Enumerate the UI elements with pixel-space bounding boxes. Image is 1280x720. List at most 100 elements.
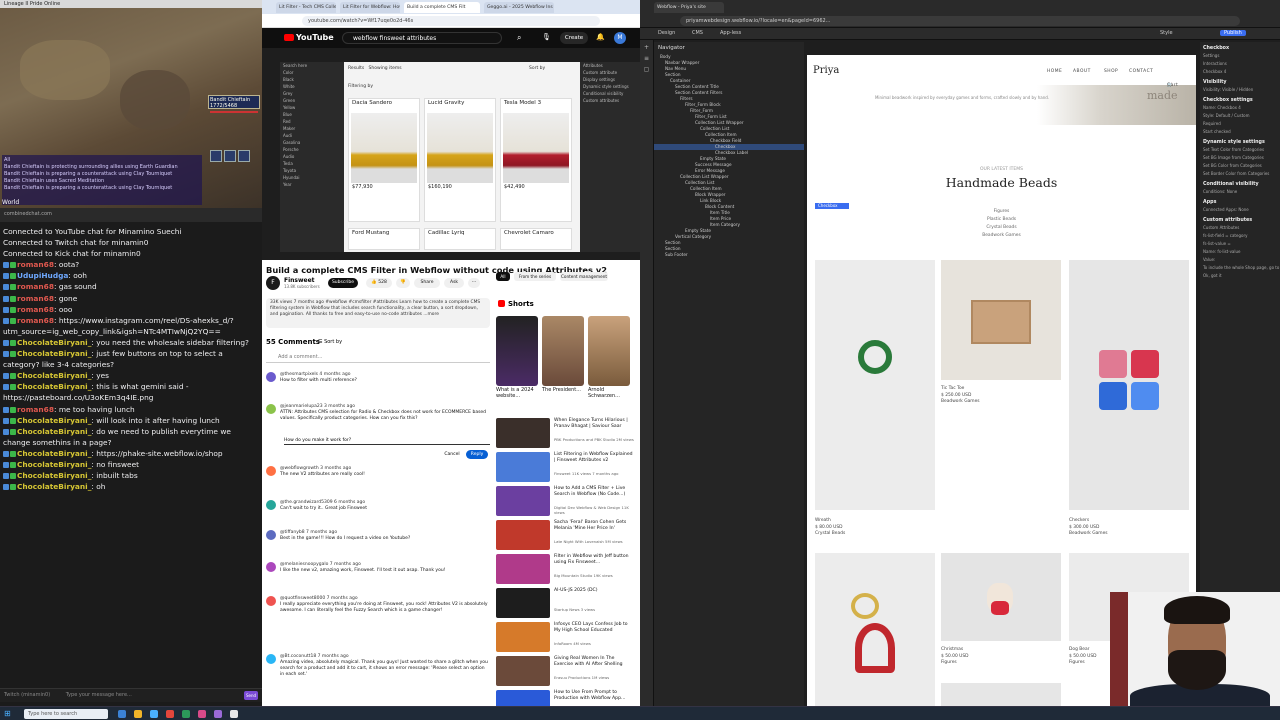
reply-button[interactable]: Reply [466,450,488,459]
menu-shop[interactable]: SHOP [1104,69,1118,74]
search-icon[interactable]: ⌕ [517,33,521,43]
skill-slot[interactable] [224,150,236,162]
settings-row[interactable]: Connected Apps: None [1200,206,1280,214]
product-image[interactable] [941,260,1061,380]
category-checkbox[interactable]: Crystal Beads [807,224,1196,232]
short-title[interactable]: Arnold Schwarzen... [588,387,630,399]
category-checkbox[interactable]: Figures [807,208,1196,216]
navigator-item[interactable]: Sub Footer [654,252,804,258]
settings-row[interactable]: Name: Checkbox 4 [1200,104,1280,112]
browser-tab[interactable]: Lit Filter - Tech CMS Colle [276,2,336,13]
video-thumbnail[interactable] [496,418,550,448]
settings-row[interactable]: Visibility: Visible / Hidden [1200,86,1280,94]
settings-row[interactable]: Start checked [1200,128,1280,136]
chat-username[interactable]: roman68 [17,282,54,291]
recommended-video[interactable]: How to Use From Prompt to Production wit… [496,690,636,706]
reply-input[interactable]: How do you make it work for? [284,438,490,445]
menu-about[interactable]: ABOUT [1073,69,1091,74]
recommended-title[interactable]: Giving Real Women In The Exercise with A… [554,656,634,668]
commenter-avatar[interactable] [266,372,276,382]
commenter-avatar[interactable] [266,466,276,476]
youtube-search-input[interactable]: webflow finsweet attributes [342,32,502,44]
commenter-avatar[interactable] [266,500,276,510]
recommended-video[interactable]: How to Add a CMS Filter + Live Search in… [496,486,636,518]
browser-tab[interactable]: Webflow - Priya's site [654,2,724,13]
more-icon[interactable]: ⋯ [468,278,480,288]
settings-row[interactable]: fs-list-value = [1200,240,1280,248]
chat-input-bar[interactable]: Twitch (minamin0) Type your message here… [0,688,262,702]
url-field[interactable]: youtube.com/watch?v=Wf17uqe0o2d-46s [302,16,600,26]
chat-username[interactable]: ChocolateBiryani_ [17,449,91,458]
chat-username[interactable]: ChocolateBiryani_ [17,416,91,425]
video-thumbnail[interactable] [496,520,550,550]
recommended-video[interactable]: Infosys CEO Lays Confess Job to My High … [496,622,636,654]
video-thumbnail[interactable] [496,486,550,516]
cancel-reply-button[interactable]: Cancel [442,450,462,459]
comment-author[interactable]: @the.grandwizard5309 6 months ago [280,500,365,505]
publish-button[interactable]: Publish [1220,30,1246,36]
video-thumbnail[interactable] [496,690,550,706]
share-button[interactable]: Share [414,278,440,288]
chat-username[interactable]: roman68 [17,260,54,269]
short-thumbnail[interactable] [496,316,538,386]
recommended-title[interactable]: AI-US-JS 2025 (DC) [554,588,634,594]
comment-author[interactable]: @jeanmarielupa23 3 months ago [280,404,355,409]
chat-username[interactable]: ChocolateBiryani_ [17,349,91,358]
recommended-title[interactable]: Infosys CEO Lays Confess Job to My High … [554,622,634,634]
chat-username[interactable]: ChocolateBiryani_ [17,371,91,380]
microphone-icon[interactable]: 🎙 [542,33,551,41]
skill-slot[interactable] [210,150,222,162]
short-title[interactable]: The President... [542,387,584,393]
commenter-avatar[interactable] [266,530,276,540]
chat-username[interactable]: ChocolateBiryani_ [17,471,91,480]
recommended-video[interactable]: AI-US-JS 2025 (DC) Startup News 3 views [496,588,636,620]
comment-author[interactable]: @melaniesnoopygalo 7 months ago [280,562,361,567]
browser-tab[interactable]: Lit Filter for Webflow: How [340,2,400,13]
chat-username[interactable]: ChocolateBiryani_ [17,338,91,347]
recommended-video[interactable]: Filter in Webflow with Jeff button using… [496,554,636,586]
settings-row[interactable]: Style: Default / Custom [1200,112,1280,120]
start-icon[interactable]: ⊞ [4,709,14,719]
category-checkbox[interactable]: Plastic Beads [807,216,1196,224]
chat-username[interactable]: roman68 [17,294,54,303]
menu-home[interactable]: HOME [1047,69,1062,74]
url-field[interactable]: priyamwebdesign.webflow.io/?locale=en&pa… [680,16,1240,26]
chat-username[interactable]: roman68 [17,316,54,325]
commenter-avatar[interactable] [266,404,276,414]
short-title[interactable]: What is a 2024 website... [496,387,538,399]
add-comment-input[interactable]: Add a comment... [266,354,490,363]
chat-input[interactable]: Type your message here... [66,692,132,698]
folder-icon[interactable] [134,710,142,718]
comment-author[interactable]: @webflowgrowth 3 months ago [280,466,351,471]
app-icon[interactable] [150,710,158,718]
recommended-title[interactable]: List Filtering in Webflow Explained | Fi… [554,452,634,464]
app-icon[interactable] [166,710,174,718]
app-icon[interactable] [198,710,206,718]
toolbar-item[interactable]: Design [658,30,675,36]
comment-author[interactable]: @tiffanyb8 7 months ago [280,530,337,535]
product-image[interactable] [941,683,1061,706]
recommended-video[interactable]: When Elegance Turns Hilarious | Pranav B… [496,418,636,450]
comment-author[interactable]: @thesmartpixels 4 months ago [280,372,350,377]
chrome-icon[interactable] [230,710,238,718]
bell-icon[interactable]: 🔔 [596,33,605,41]
sort-comments-button[interactable]: ☰ Sort by [318,339,342,345]
settings-row[interactable]: Set BG Image from Categories [1200,154,1280,162]
chat-username[interactable]: roman68 [17,405,54,414]
toolbar-item[interactable]: Style [1160,30,1173,36]
recommended-video[interactable]: Sacha 'Feral' Baron Cohen Gets Melania '… [496,520,636,552]
recommended-title[interactable]: How to Add a CMS Filter + Live Search in… [554,486,634,498]
chat-username[interactable]: roman68 [17,305,54,314]
commenter-avatar[interactable] [266,596,276,606]
product-image[interactable] [815,553,935,706]
youtube-logo[interactable]: YouTube [284,33,334,42]
browser-tab[interactable]: Geggo.ai - 2025 Webflow Ins [484,2,554,13]
chat-username[interactable]: ChocolateBiryani_ [17,460,91,469]
video-thumbnail[interactable] [496,656,550,686]
product-image[interactable] [815,260,935,510]
browser-tab-active[interactable]: Build a complete CMS Filt [404,2,480,13]
pages-icon[interactable]: ▢ [640,66,653,73]
add-icon[interactable]: + [640,44,653,51]
video-player[interactable]: Search here Color Black White Grey Green Yello… [262,48,640,260]
chat-username[interactable]: UdupiHudga [17,271,68,280]
